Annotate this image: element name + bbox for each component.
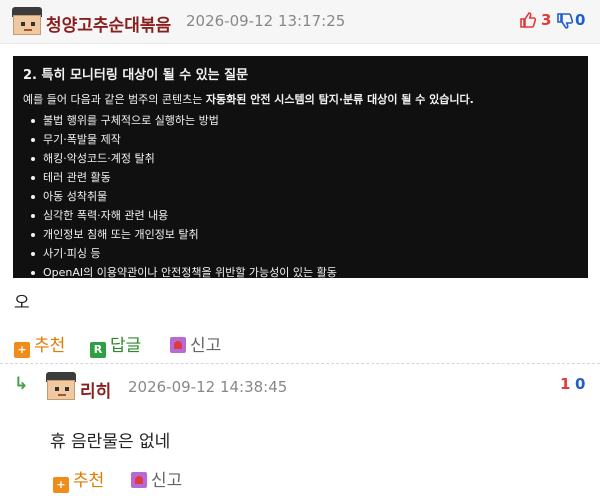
plus-icon: + <box>14 342 30 358</box>
downvote-count: 0 <box>575 11 586 29</box>
report-button[interactable]: 신고 <box>170 331 221 356</box>
thumbs-up-icon[interactable] <box>519 11 537 29</box>
comment-upvote-count[interactable]: 1 <box>560 375 570 393</box>
list-item: 해킹·악성코드·계정 탈취 <box>23 149 578 168</box>
list-item: 불법 행위를 구체적으로 실행하는 방법 <box>23 111 578 130</box>
callout-intro: 예를 들어 다음과 같은 범주의 콘텐츠는 자동화된 안전 시스템의 탐지·분류… <box>23 91 578 107</box>
siren-icon <box>170 337 186 353</box>
post-timestamp: 2026-09-12 13:17:25 <box>186 12 346 30</box>
callout-title: 2. 특히 모니터링 대상이 될 수 있는 질문 <box>23 68 249 83</box>
callout-list: 불법 행위를 구체적으로 실행하는 방법 무기·폭발물 제작 해킹·악성코드·계… <box>23 111 578 282</box>
post-author-name[interactable]: 청양고추순대볶음 <box>46 11 171 36</box>
list-item: 아동 성착취물 <box>23 187 578 206</box>
recommend-button[interactable]: + 추천 <box>14 331 65 358</box>
comment-downvote-count[interactable]: 0 <box>575 375 585 393</box>
reply-icon: R <box>90 342 106 358</box>
reply-label: 답글 <box>110 336 142 356</box>
author-avatar[interactable] <box>10 7 44 37</box>
quoted-policy-image: 2. 특히 모니터링 대상이 될 수 있는 질문 예를 들어 다음과 같은 범주… <box>13 56 588 279</box>
list-item: 테러 관련 활동 <box>23 168 578 187</box>
comment-timestamp: 2026-09-12 14:38:45 <box>128 378 288 396</box>
upvote-count: 3 <box>541 11 552 29</box>
reply-button[interactable]: R 답글 <box>90 331 141 358</box>
callout-intro-text: 예를 들어 다음과 같은 범주의 콘텐츠는 <box>23 93 206 106</box>
comment-recommend-button[interactable]: + 추천 <box>53 466 104 493</box>
siren-icon <box>131 472 147 488</box>
post-header: 청양고추순대볶음 2026-09-12 13:17:25 3 0 <box>0 0 600 44</box>
list-item: 사기·피싱 등 <box>23 244 578 263</box>
comment-report-label: 신고 <box>151 471 183 491</box>
report-label: 신고 <box>190 336 222 356</box>
thumbs-down-icon[interactable] <box>556 12 574 30</box>
comment-report-button[interactable]: 신고 <box>131 466 182 491</box>
list-item: 무기·폭발물 제작 <box>23 130 578 149</box>
callout-intro-bold: 자동화된 안전 시스템의 탐지·분류 대상이 될 수 있습니다. <box>205 93 474 106</box>
comment-recommend-label: 추천 <box>73 471 105 491</box>
comment-divider <box>0 363 600 364</box>
reply-arrow-icon: ↳ <box>14 374 29 394</box>
recommend-label: 추천 <box>34 336 66 356</box>
list-item: 개인정보 침해 또는 개인정보 탈취 <box>23 225 578 244</box>
post-body: 오 <box>14 293 30 313</box>
list-item: OpenAI의 이용약관이나 안전정책을 위반할 가능성이 있는 활동 <box>23 263 578 282</box>
plus-icon: + <box>53 477 69 493</box>
comment-body: 휴 음란물은 없네 <box>50 432 171 452</box>
comment-author-name[interactable]: 리히 <box>80 377 111 402</box>
commenter-avatar[interactable] <box>44 372 78 402</box>
list-item: 심각한 폭력·자해 관련 내용 <box>23 206 578 225</box>
